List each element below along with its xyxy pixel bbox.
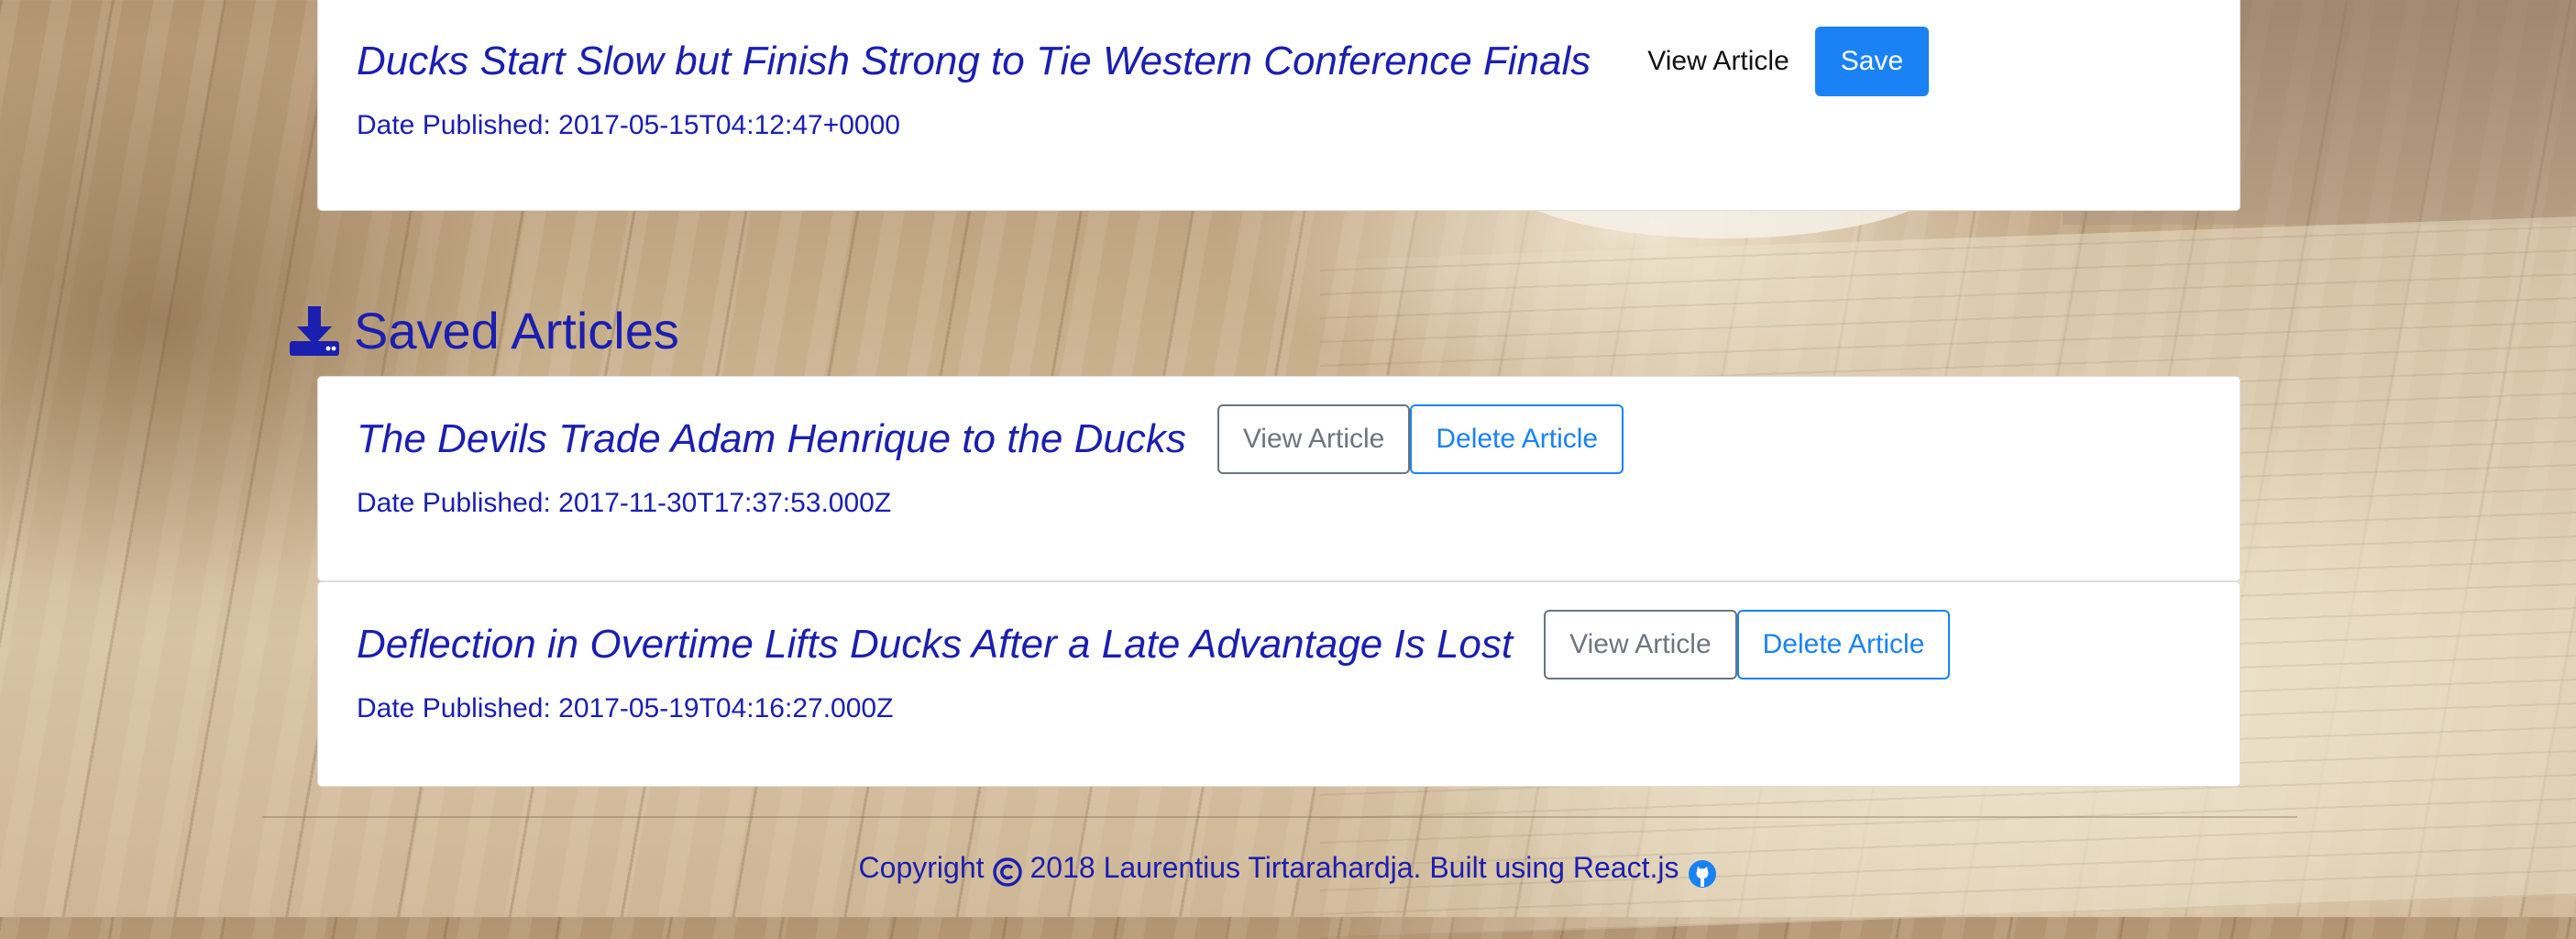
article-card-header: Ducks Start Slow but Finish Strong to Ti… (357, 27, 1930, 96)
article-title: Ducks Start Slow but Finish Strong to Ti… (357, 39, 1591, 83)
github-icon[interactable] (1688, 853, 1717, 888)
article-card-header: Deflection in Overtime Lifts Ducks After… (357, 610, 1951, 679)
footer-divider (262, 816, 2297, 818)
view-article-button[interactable]: View Article (1216, 404, 1411, 474)
date-published: Date Published: 2017-05-15T04:12:47+0000 (357, 110, 900, 140)
date-published: Date Published: 2017-11-30T17:37:53.000Z (357, 488, 892, 518)
article-card: Ducks Start Slow but Finish Strong to Ti… (317, 0, 2240, 211)
copyright-icon (992, 852, 1023, 887)
article-card-header: The Devils Trade Adam Henrique to the Du… (357, 404, 1624, 474)
saved-articles-title: Saved Articles (354, 302, 679, 359)
delete-article-button[interactable]: Delete Article (1736, 610, 1951, 679)
save-button[interactable]: Save (1814, 27, 1930, 96)
view-article-button[interactable]: View Article (1544, 610, 1737, 679)
download-icon (288, 304, 341, 358)
saved-article-card: Deflection in Overtime Lifts Ducks After… (317, 581, 2240, 787)
saved-article-card: The Devils Trade Adam Henrique to the Du… (317, 376, 2240, 581)
delete-article-button[interactable]: Delete Article (1410, 404, 1624, 474)
date-published: Date Published: 2017-05-19T04:16:27.000Z (357, 693, 894, 724)
article-title: Deflection in Overtime Lifts Ducks After… (357, 622, 1514, 667)
footer: Copyright 2018 Laurentius Tirtarahardja.… (0, 842, 2576, 893)
article-title: The Devils Trade Adam Henrique to the Du… (357, 416, 1186, 461)
footer-credit: 2018 Laurentius Tirtarahardja. Built usi… (1029, 851, 1679, 884)
saved-articles-heading: Saved Articles (288, 299, 679, 363)
copyright-label: Copyright (858, 851, 985, 884)
view-article-button[interactable]: View Article (1622, 27, 1815, 96)
